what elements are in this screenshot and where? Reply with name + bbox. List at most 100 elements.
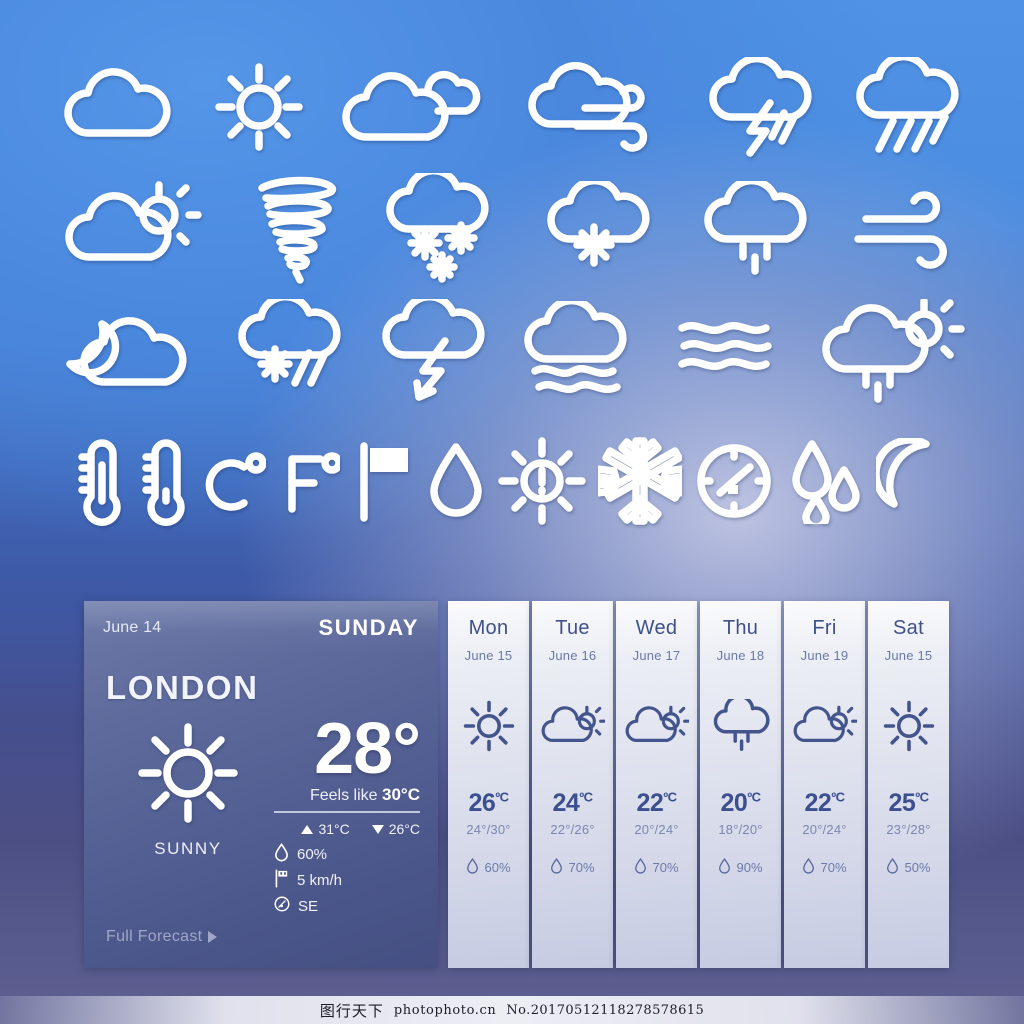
forecast-range: 23°/28°: [886, 822, 931, 837]
today-weekday: SUNDAY: [318, 615, 419, 640]
forecast-rain-row: 70%: [550, 857, 595, 877]
forecast-temp-unit: ºC: [579, 789, 593, 805]
wind-value: 5 km/h: [297, 871, 343, 889]
current-temperature: 28°: [314, 709, 421, 789]
full-forecast-label: Full Forecast: [106, 928, 203, 945]
partly-cloudy-icon[interactable]: [340, 65, 490, 149]
feels-like-row: Feels like 30°C: [310, 785, 420, 805]
forecast-temp: 22ºC: [637, 789, 677, 818]
today-card-header: June 14 SUNDAY: [84, 601, 438, 655]
heavy-rain-icon[interactable]: [853, 57, 965, 157]
droplet-icon[interactable]: [426, 439, 486, 523]
windy-cloud-icon[interactable]: [525, 62, 671, 152]
city-name: LONDON: [106, 669, 259, 706]
cloud-sun-icon[interactable]: [63, 181, 209, 277]
snowflake-icon[interactable]: [598, 437, 682, 525]
today-detail-list: 60% 5 km/h SE: [274, 842, 420, 922]
forecast-column-wed[interactable]: Wed June 17 22ºC 20°/24° 70%: [616, 601, 697, 968]
thunderstorm-icon[interactable]: [706, 57, 818, 157]
humidity-value: 60%: [297, 845, 328, 863]
feels-like-label: Feels like: [309, 787, 378, 805]
sun-shower-icon[interactable]: [818, 299, 968, 403]
forecast-rain-row: 90%: [718, 857, 763, 877]
cloud-icon[interactable]: [60, 67, 178, 147]
forecast-column-thu[interactable]: Thu June 18 20ºC 18°/20° 90%: [700, 601, 781, 968]
celsius-icon[interactable]: [204, 441, 266, 521]
forecast-temp: 25ºC: [889, 789, 929, 818]
icon-row-2: [0, 170, 1024, 288]
forecast-date: June 15: [884, 648, 933, 663]
arrow-right-icon: [208, 931, 218, 943]
forecast-range: 20°/24°: [634, 822, 679, 837]
high-low-row: 31°C 26°C: [301, 821, 420, 837]
lightning-icon[interactable]: [379, 299, 491, 403]
forecast-column-mon[interactable]: Mon June 15 26ºC 24°/30° 60%: [448, 601, 529, 968]
today-condition-block: SUNNY: [102, 713, 274, 922]
forecast-temp-unit: ºC: [495, 789, 509, 805]
forecast-date: June 16: [548, 648, 597, 663]
fog-icon[interactable]: [672, 314, 790, 388]
droplet-icon: [718, 857, 731, 877]
forecast-temp-unit: ºC: [663, 789, 677, 805]
sun-icon[interactable]: [213, 61, 305, 153]
today-date: June 14: [103, 619, 162, 636]
weather-widget-block: June 14 SUNDAY LONDON SUNNY 28° Feels li…: [84, 601, 949, 968]
forecast-temp-value: 25: [888, 789, 916, 817]
forecast-column-fri[interactable]: Fri June 19 22ºC 20°/24° 70%: [784, 601, 865, 968]
droplet-icon: [886, 857, 899, 877]
wind-flag-icon[interactable]: [352, 438, 414, 524]
forecast-day-name: Fri: [812, 617, 837, 639]
forecast-range: 20°/24°: [802, 822, 847, 837]
tornado-icon[interactable]: [250, 174, 342, 284]
cloud-fog-icon[interactable]: [519, 301, 645, 401]
fahrenheit-icon[interactable]: [278, 441, 340, 521]
cloud-sun-icon: [541, 697, 605, 755]
forecast-temp-unit: ºC: [747, 789, 761, 805]
icon-row-3: [0, 292, 1024, 410]
forecast-temp: 24ºC: [553, 789, 593, 818]
today-weather-card[interactable]: June 14 SUNDAY LONDON SUNNY 28° Feels li…: [84, 601, 438, 968]
thermometer-high-icon[interactable]: [76, 435, 128, 527]
heavy-snow-icon[interactable]: [383, 173, 501, 285]
icon-row-1: [0, 48, 1024, 166]
wind-icon[interactable]: [852, 183, 962, 275]
forecast-range: 22°/26°: [550, 822, 595, 837]
forecast-rain-row: 50%: [886, 857, 931, 877]
forecast-rain-value: 70%: [652, 860, 679, 875]
forecast-day-name: Wed: [635, 617, 678, 639]
thermometer-low-icon[interactable]: [140, 435, 192, 527]
forecast-column-sat[interactable]: Sat June 15 25ºC 23°/28° 50%: [868, 601, 949, 968]
cloud-sun-icon: [793, 697, 857, 755]
forecast-temp-value: 22: [636, 789, 664, 817]
humidity-row: 60%: [274, 842, 420, 864]
moon-icon[interactable]: [876, 438, 948, 524]
forecast-rain-value: 90%: [736, 860, 763, 875]
light-snow-icon[interactable]: [542, 181, 660, 277]
droplet-icon: [802, 857, 815, 877]
forecast-temp: 26ºC: [469, 789, 509, 818]
compass-icon[interactable]: [694, 441, 774, 521]
night-cloud-icon[interactable]: [56, 306, 206, 396]
forecast-temp: 22ºC: [805, 789, 845, 818]
forecast-temp-value: 22: [804, 789, 832, 817]
forecast-day-name: Sat: [893, 617, 924, 639]
forecast-range: 18°/20°: [718, 822, 763, 837]
forecast-rain-row: 70%: [802, 857, 847, 877]
sleet-icon[interactable]: [233, 299, 351, 403]
forecast-date: June 17: [632, 648, 681, 663]
forecast-rain-row: 60%: [466, 857, 511, 877]
uv-index-icon[interactable]: [498, 437, 586, 525]
rain-drops-icon[interactable]: [786, 438, 864, 524]
forecast-date: June 15: [464, 648, 513, 663]
wind-flag-icon: [274, 869, 289, 892]
wind-row: 5 km/h: [274, 869, 420, 892]
full-forecast-link[interactable]: Full Forecast: [106, 928, 218, 946]
sun-icon: [136, 721, 240, 825]
drizzle-icon: [712, 697, 770, 755]
low-temp-item: 26°C: [371, 821, 420, 837]
today-card-body: SUNNY 28° Feels like 30°C 31°C 26°C 60% …: [84, 707, 438, 922]
forecast-day-name: Tue: [555, 617, 590, 639]
forecast-temp-value: 20: [720, 789, 748, 817]
drizzle-icon[interactable]: [701, 181, 811, 277]
forecast-column-tue[interactable]: Tue June 16 24ºC 22°/26° 70%: [532, 601, 613, 968]
